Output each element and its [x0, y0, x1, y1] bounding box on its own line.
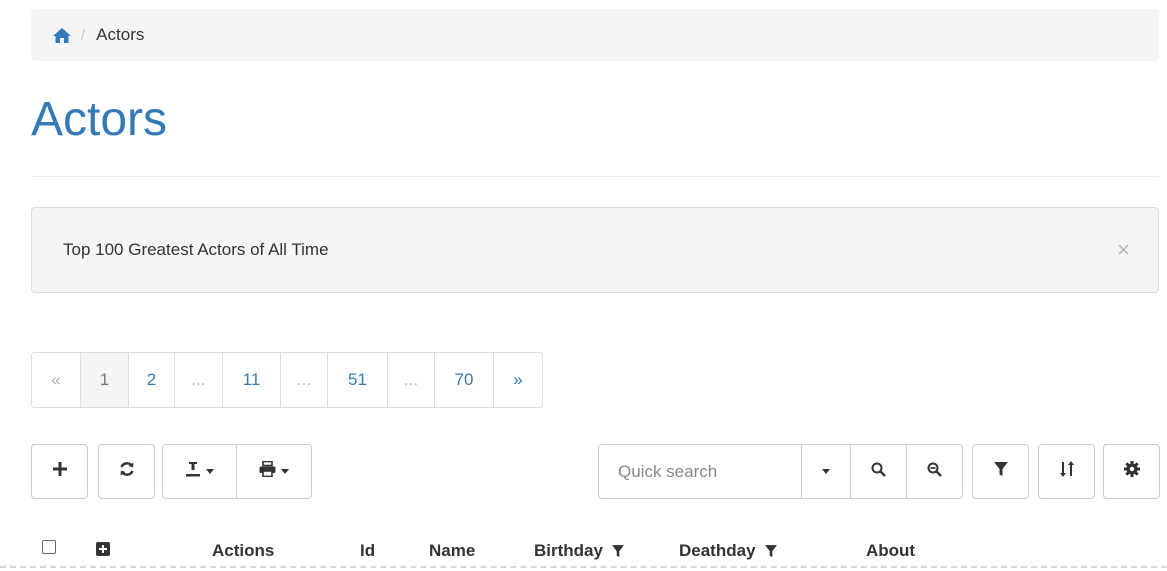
refresh-icon — [119, 461, 135, 482]
info-alert: Top 100 Greatest Actors of All Time × — [31, 207, 1159, 293]
sort-button[interactable] — [1038, 444, 1095, 499]
column-header-about[interactable]: About — [866, 541, 915, 561]
pagination-page-1[interactable]: 1 — [80, 353, 128, 407]
breadcrumb: / Actors — [31, 9, 1159, 61]
settings-button[interactable] — [1103, 444, 1160, 499]
breadcrumb-current: Actors — [96, 25, 145, 44]
pagination-page-11[interactable]: 11 — [222, 353, 280, 407]
filter-button[interactable] — [972, 444, 1029, 499]
pagination-ellipsis[interactable]: ... — [387, 353, 434, 407]
home-icon[interactable] — [53, 27, 71, 43]
filter-icon[interactable] — [611, 544, 624, 558]
filter-icon — [993, 461, 1008, 482]
sort-icon — [1059, 461, 1074, 482]
search-icon — [871, 462, 886, 482]
select-all-checkbox[interactable] — [42, 540, 56, 554]
export-button[interactable] — [163, 445, 236, 498]
caret-down-icon — [822, 469, 830, 474]
zoom-out-icon — [927, 462, 942, 482]
column-header-id[interactable]: Id — [360, 541, 375, 561]
alert-text: Top 100 Greatest Actors of All Time — [63, 240, 329, 259]
table-header: Actions Id Name Birthday Deathday About — [0, 530, 1167, 571]
column-header-deathday-label: Deathday — [679, 541, 756, 560]
column-header-name[interactable]: Name — [429, 541, 475, 561]
pagination-page-70[interactable]: 70 — [434, 353, 493, 407]
column-header-birthday[interactable]: Birthday — [534, 541, 624, 561]
print-button[interactable] — [236, 445, 311, 498]
reset-search-button[interactable] — [906, 445, 962, 498]
caret-down-icon — [281, 469, 289, 474]
column-header-deathday[interactable]: Deathday — [679, 541, 777, 561]
caret-down-icon — [206, 469, 214, 474]
pagination-page-2[interactable]: 2 — [128, 353, 174, 407]
refresh-button[interactable] — [98, 444, 155, 499]
pagination-page-51[interactable]: 51 — [327, 353, 387, 407]
print-icon — [259, 460, 276, 482]
export-print-group — [162, 444, 312, 499]
add-button[interactable] — [31, 444, 88, 499]
column-header-actions: Actions — [212, 541, 275, 560]
column-header-birthday-label: Birthday — [534, 541, 603, 560]
search-options-button[interactable] — [801, 445, 850, 498]
pagination-ellipsis[interactable]: ... — [280, 353, 327, 407]
pagination-first[interactable]: « — [32, 353, 80, 407]
title-divider — [31, 176, 1159, 177]
plus-square-icon[interactable] — [96, 542, 110, 561]
export-icon — [185, 461, 201, 482]
search-field-wrap — [599, 445, 801, 498]
pagination-next[interactable]: » — [493, 353, 542, 407]
pagination: « 1 2 ... 11 ... 51 ... 70 » — [31, 352, 543, 408]
search-button[interactable] — [850, 445, 906, 498]
pagination-ellipsis[interactable]: ... — [174, 353, 222, 407]
close-icon[interactable]: × — [1117, 239, 1130, 261]
filter-icon[interactable] — [764, 544, 777, 558]
plus-icon — [52, 462, 67, 481]
search-input[interactable] — [599, 445, 801, 498]
search-group — [598, 444, 963, 499]
header-divider — [0, 566, 1167, 568]
page-title: Actors — [31, 93, 168, 146]
breadcrumb-separator: / — [81, 26, 86, 44]
gear-icon — [1123, 461, 1140, 482]
